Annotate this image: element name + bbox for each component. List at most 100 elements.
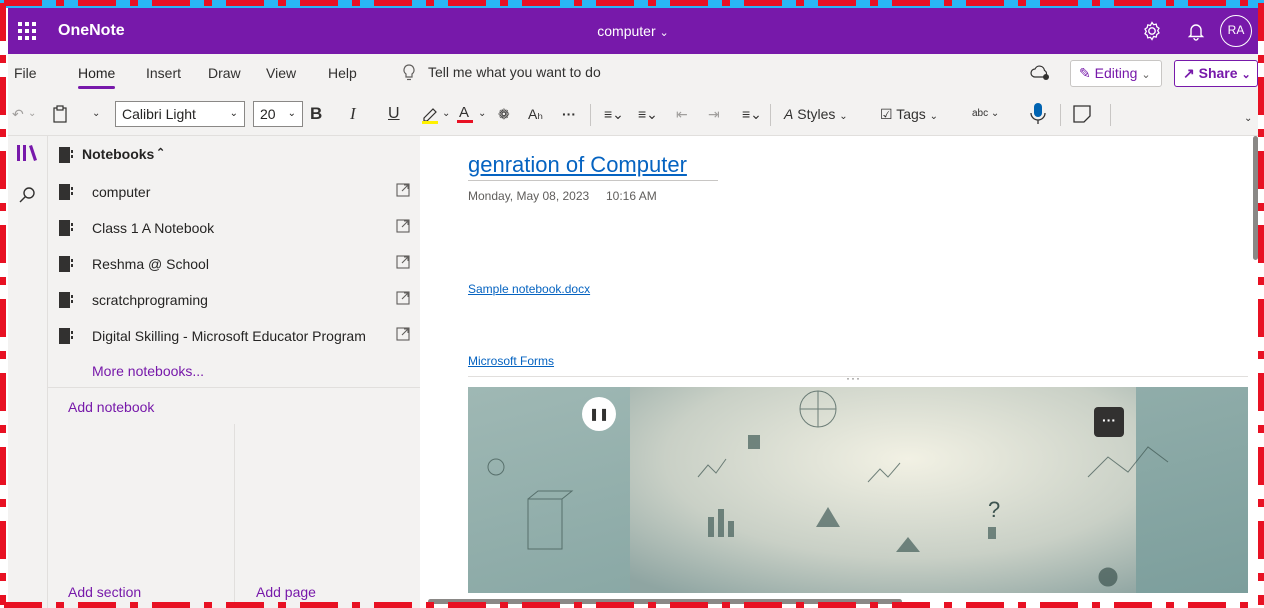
pause-icon: ❚❚ xyxy=(588,407,610,421)
underline-button[interactable]: U xyxy=(388,101,400,127)
tab-view[interactable]: View xyxy=(266,65,296,81)
font-name-select[interactable]: Calibri Light ⌄ xyxy=(115,101,245,127)
title-bar: OneNote computer ⌄ RA xyxy=(8,8,1258,54)
sticky-note-icon[interactable] xyxy=(1072,104,1092,124)
more-notebooks-link[interactable]: More notebooks... xyxy=(92,363,204,379)
italic-button[interactable]: I xyxy=(350,101,356,127)
open-in-new-icon[interactable] xyxy=(396,219,410,233)
spelling-button[interactable]: abc ⌄ xyxy=(972,101,999,127)
notebook-label: Reshma @ School xyxy=(92,256,209,272)
notification-bell-icon[interactable] xyxy=(1184,19,1208,43)
clear-formatting-icon[interactable]: Aₕ xyxy=(528,101,543,127)
increase-indent-icon[interactable]: ⇥ xyxy=(708,101,720,127)
user-avatar[interactable]: RA xyxy=(1220,15,1252,47)
vertical-scrollbar[interactable] xyxy=(1253,136,1258,260)
settings-gear-icon[interactable] xyxy=(1140,19,1164,43)
spelling-label: abc xyxy=(972,108,989,119)
notebook-icon xyxy=(59,220,73,236)
svg-text:A: A xyxy=(459,104,469,121)
ribbon-separator xyxy=(1110,104,1111,126)
notebook-icon xyxy=(59,147,73,163)
highlight-dropdown-icon[interactable]: ⌄ xyxy=(442,101,450,127)
clipboard-dropdown-icon[interactable]: ⌄ xyxy=(92,101,100,127)
embed-handle[interactable]: ··· xyxy=(846,371,861,385)
clipboard-icon[interactable] xyxy=(52,105,68,123)
notebooks-header-label: Notebooks xyxy=(82,146,155,162)
paragraph-align-icon[interactable]: ≡⌄ xyxy=(742,101,762,127)
chevron-down-icon: ⌄ xyxy=(990,108,1000,119)
page-title[interactable]: genration of Computer xyxy=(468,152,687,178)
notebook-item[interactable]: Reshma @ School xyxy=(58,246,418,282)
open-in-new-icon[interactable] xyxy=(396,183,410,197)
cloud-sync-icon[interactable] xyxy=(1030,64,1052,82)
video-more-options-button[interactable]: ··· xyxy=(1094,407,1124,437)
forms-link[interactable]: Microsoft Forms xyxy=(468,354,554,368)
chevron-down-icon: ⌄ xyxy=(287,108,296,119)
page-date: Monday, May 08, 2023 xyxy=(468,189,590,203)
styles-button[interactable]: A Styles ⌄ xyxy=(784,101,848,127)
add-notebook-button[interactable]: Add notebook xyxy=(68,399,154,415)
open-in-new-icon[interactable] xyxy=(396,255,410,269)
document-title[interactable]: computer ⌄ xyxy=(8,23,1258,39)
pencil-icon: ✎ xyxy=(1079,65,1091,81)
format-painter-icon[interactable]: ❁ xyxy=(498,101,510,127)
undo-dropdown-icon[interactable]: ⌄ xyxy=(28,101,36,127)
numbered-list-icon[interactable]: ≡⌄ xyxy=(638,101,658,127)
styles-icon: A xyxy=(784,106,794,122)
open-in-new-icon[interactable] xyxy=(396,327,410,341)
tag-checkbox-icon: ☑ xyxy=(880,106,893,122)
decrease-indent-icon[interactable]: ⇤ xyxy=(676,101,688,127)
more-options-button[interactable]: ··· xyxy=(562,101,576,127)
notebooks-library-icon[interactable] xyxy=(16,144,38,162)
undo-icon[interactable]: ↶ xyxy=(12,101,24,127)
page-canvas[interactable]: genration of Computer Monday, May 08, 20… xyxy=(420,136,1258,608)
add-page-button[interactable]: Add page xyxy=(256,584,316,600)
dictate-microphone-icon[interactable] xyxy=(1028,101,1048,127)
tab-help[interactable]: Help xyxy=(328,65,357,81)
tab-insert[interactable]: Insert xyxy=(146,65,181,81)
document-title-text[interactable]: computer xyxy=(597,23,655,39)
chevron-up-icon: ⌃ xyxy=(156,147,166,159)
ribbon-separator xyxy=(1060,104,1061,126)
highlighter-icon[interactable] xyxy=(420,103,442,125)
open-in-new-icon[interactable] xyxy=(396,291,410,305)
font-size-value: 20 xyxy=(260,106,276,122)
bold-button[interactable]: B xyxy=(310,101,322,127)
font-color-dropdown-icon[interactable]: ⌄ xyxy=(478,101,486,127)
horizontal-scrollbar[interactable] xyxy=(428,599,902,604)
chevron-down-icon: ⌄ xyxy=(229,108,238,119)
chevron-down-icon: ⌄ xyxy=(839,111,848,122)
notebooks-pane: Notebooks ⌃ computer Class 1 A Notebook … xyxy=(48,136,420,608)
notebook-icon xyxy=(59,184,73,200)
tab-file[interactable]: File xyxy=(14,65,37,81)
chevron-down-icon[interactable]: ⌄ xyxy=(660,27,669,39)
notebook-label: Class 1 A Notebook xyxy=(92,220,215,236)
pause-button[interactable]: ❚❚ xyxy=(582,397,616,431)
attachment-link[interactable]: Sample notebook.docx xyxy=(468,282,590,296)
share-label: Share xyxy=(1198,65,1238,81)
editing-mode-button[interactable]: ✎ Editing ⌄ xyxy=(1070,60,1162,87)
notebook-icon xyxy=(59,256,73,272)
bullet-list-icon[interactable]: ≡⌄ xyxy=(604,101,624,127)
editing-label: Editing xyxy=(1094,65,1138,81)
font-size-select[interactable]: 20 ⌄ xyxy=(253,101,303,127)
search-icon[interactable] xyxy=(18,186,36,204)
tab-draw[interactable]: Draw xyxy=(208,65,241,81)
ribbon-expand-icon[interactable]: ⌄ xyxy=(1244,106,1252,132)
notebook-item[interactable]: Class 1 A Notebook xyxy=(58,210,418,246)
tab-home[interactable]: Home xyxy=(78,65,116,89)
ribbon-toolbar: ↶ ⌄ ⌄ Calibri Light ⌄ 20 ⌄ B I U ⌄ A ⌄ ❁… xyxy=(8,92,1258,136)
chevron-down-icon: ⌄ xyxy=(929,111,939,122)
share-button[interactable]: ↗ Share ⌄ xyxy=(1174,60,1258,87)
embedded-video[interactable]: ··· ? ❚❚ ··· xyxy=(468,371,1248,593)
lightbulb-icon xyxy=(403,64,415,81)
notebook-item[interactable]: Digital Skilling - Microsoft Educator Pr… xyxy=(58,318,418,354)
notebook-item[interactable]: computer xyxy=(58,174,418,210)
notebook-label: Digital Skilling - Microsoft Educator Pr… xyxy=(92,328,366,344)
tell-me-search[interactable]: Tell me what you want to do xyxy=(428,64,601,80)
notebook-item[interactable]: scratchprograming xyxy=(58,282,418,318)
font-color-icon[interactable]: A xyxy=(456,103,476,125)
tags-button[interactable]: ☑ Tags ⌄ xyxy=(880,101,938,127)
add-section-button[interactable]: Add section xyxy=(68,584,141,600)
ribbon-separator xyxy=(590,104,591,126)
